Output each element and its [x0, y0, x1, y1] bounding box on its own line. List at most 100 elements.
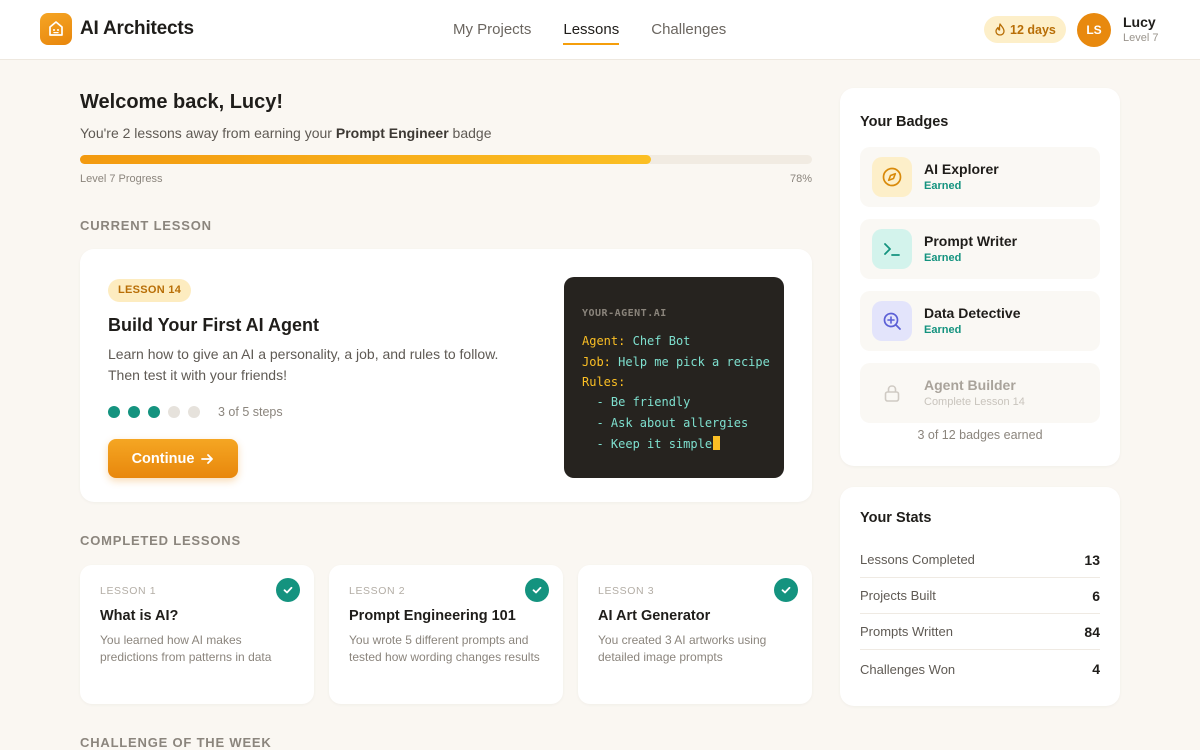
- progress-percent: 78%: [789, 173, 812, 185]
- stat-value: 4: [1092, 661, 1100, 677]
- stat-row: Projects Built 6: [860, 578, 1100, 614]
- stat-value: 13: [1084, 551, 1100, 568]
- stat-row: Challenges Won 4: [860, 651, 1100, 687]
- lock-icon: [872, 373, 912, 413]
- magnify-plus-icon: [872, 301, 912, 341]
- badge-item[interactable]: Prompt Writer Earned: [860, 219, 1100, 279]
- lesson-eyebrow: LESSON 3: [598, 585, 655, 597]
- lesson-steps: 3 of 5 steps: [108, 405, 283, 419]
- stat-value: 6: [1092, 587, 1100, 604]
- user-level: Level 7: [1123, 32, 1159, 44]
- subtitle-badge-name: Prompt Engineer: [335, 125, 449, 141]
- nav-my-projects[interactable]: My Projects: [453, 0, 531, 60]
- stat-row: Lessons Completed 13: [860, 542, 1100, 578]
- badges-title: Your Badges: [860, 114, 949, 130]
- lesson-description: You created 3 AI artworks using detailed…: [598, 633, 767, 664]
- continue-label: Continue: [131, 450, 195, 467]
- stat-label: Lessons Completed: [860, 552, 975, 567]
- stats-title: Your Stats: [860, 510, 932, 526]
- badge-name: Data Detective: [924, 305, 1021, 321]
- nav-challenges[interactable]: Challenges: [651, 0, 726, 60]
- code-line: - Be friendly: [582, 395, 691, 409]
- stat-row: Prompts Written 84: [860, 614, 1100, 650]
- badge-name: Prompt Writer: [924, 233, 1018, 249]
- completed-lesson-card[interactable]: LESSON 1 What is AI? You learned how AI …: [80, 565, 314, 704]
- step-dot: [108, 406, 120, 418]
- badge-name: AI Explorer: [924, 161, 999, 177]
- section-title-challenge: CHALLENGE OF THE WEEK: [80, 735, 272, 750]
- code-key: Rules:: [582, 375, 626, 389]
- code-key: Job:: [582, 355, 611, 369]
- level-progress-fill: [80, 155, 651, 164]
- current-lesson-card: LESSON 14 Build Your First AI Agent Lear…: [80, 249, 812, 502]
- step-dot: [128, 406, 140, 418]
- lesson-description: Learn how to give an AI a personality, a…: [108, 346, 499, 383]
- nav-lessons[interactable]: Lessons: [563, 0, 619, 60]
- lesson-eyebrow: LESSON 2: [349, 585, 406, 597]
- text-cursor: [713, 436, 721, 450]
- progress-label: Level 7 Progress: [80, 173, 163, 185]
- lesson-title: Build Your First AI Agent: [108, 315, 319, 335]
- badges-summary: 3 of 12 badges earned: [917, 428, 1043, 442]
- code-value: Help me pick a recipe: [618, 355, 770, 369]
- stat-label: Prompts Written: [860, 624, 953, 639]
- badge-status: Complete Lesson 14: [924, 396, 1025, 408]
- home-robot-icon: [40, 13, 72, 45]
- lesson-title: What is AI?: [100, 608, 179, 624]
- badge-status: Earned: [924, 252, 962, 264]
- lesson-number-badge: LESSON 14: [108, 279, 192, 302]
- compass-icon: [872, 157, 912, 197]
- badge-item[interactable]: AI Explorer Earned: [860, 147, 1100, 207]
- check-icon: [525, 578, 549, 602]
- flame-icon: [995, 23, 1005, 36]
- continue-button[interactable]: Continue: [108, 439, 238, 478]
- step-dot: [168, 406, 180, 418]
- welcome-subtitle: You're 2 lessons away from earning your …: [80, 125, 491, 141]
- brand-name: AI Architects: [80, 18, 194, 39]
- code-line: - Ask about allergies: [582, 416, 749, 430]
- streak-text: 12 days: [1010, 22, 1056, 37]
- steps-text: 3 of 5 steps: [218, 405, 283, 419]
- stat-label: Projects Built: [860, 588, 936, 603]
- code-filename: YOUR-AGENT.AI: [582, 308, 667, 319]
- completed-lesson-card[interactable]: LESSON 3 AI Art Generator You created 3 …: [578, 565, 812, 704]
- code-value: Chef Bot: [632, 334, 691, 348]
- lesson-description: You learned how AI makes predictions fro…: [100, 633, 272, 664]
- terminal-icon: [872, 229, 912, 269]
- arrow-right-icon: [201, 453, 214, 464]
- step-dot: [188, 406, 200, 418]
- top-bar: AI Architects My Projects Lessons Challe…: [0, 0, 1200, 60]
- code-line: Rules:: [582, 375, 625, 389]
- badges-card: Your Badges AI Explorer Earned Prompt Wr…: [840, 88, 1120, 466]
- lesson-eyebrow: LESSON 1: [100, 585, 157, 597]
- stat-label: Challenges Won: [860, 661, 956, 677]
- brand[interactable]: AI Architects: [40, 13, 194, 45]
- level-progress-bar: [80, 155, 812, 164]
- code-preview: YOUR-AGENT.AI Agent: Chef Bot Job: Help …: [564, 277, 784, 478]
- badge-item[interactable]: Data Detective Earned: [860, 291, 1100, 351]
- stat-value: 84: [1084, 623, 1100, 640]
- code-line: Job: Help me pick a recipe: [582, 355, 770, 369]
- completed-lesson-card[interactable]: LESSON 2 Prompt Engineering 101 You wrot…: [329, 565, 563, 704]
- stats-card: Your Stats Lessons Completed 13 Projects…: [840, 487, 1120, 706]
- code-line: Agent: Chef Bot: [582, 334, 690, 348]
- badge-status: Earned: [924, 180, 962, 192]
- page-title: Welcome back, Lucy!: [80, 91, 284, 113]
- avatar[interactable]: LS: [1077, 13, 1111, 47]
- code-value: - Keep it simple: [582, 437, 713, 451]
- badge-item-locked[interactable]: Agent Builder Complete Lesson 14: [860, 363, 1100, 423]
- badge-status: Earned: [924, 324, 962, 336]
- code-key: Agent:: [582, 334, 626, 348]
- lesson-title: AI Art Generator: [598, 608, 711, 624]
- check-icon: [276, 578, 300, 602]
- section-title-completed: COMPLETED LESSONS: [80, 533, 241, 548]
- badge-name: Agent Builder: [924, 377, 1016, 393]
- step-dot: [148, 406, 160, 418]
- check-icon: [774, 578, 798, 602]
- user-name: Lucy: [1123, 14, 1156, 30]
- subtitle-text-end: badge: [448, 125, 492, 141]
- lesson-description: You wrote 5 different prompts and tested…: [349, 633, 540, 664]
- code-line: - Keep it simple: [582, 436, 721, 451]
- section-title-current: CURRENT LESSON: [80, 218, 212, 233]
- streak-badge: 12 days: [984, 16, 1066, 43]
